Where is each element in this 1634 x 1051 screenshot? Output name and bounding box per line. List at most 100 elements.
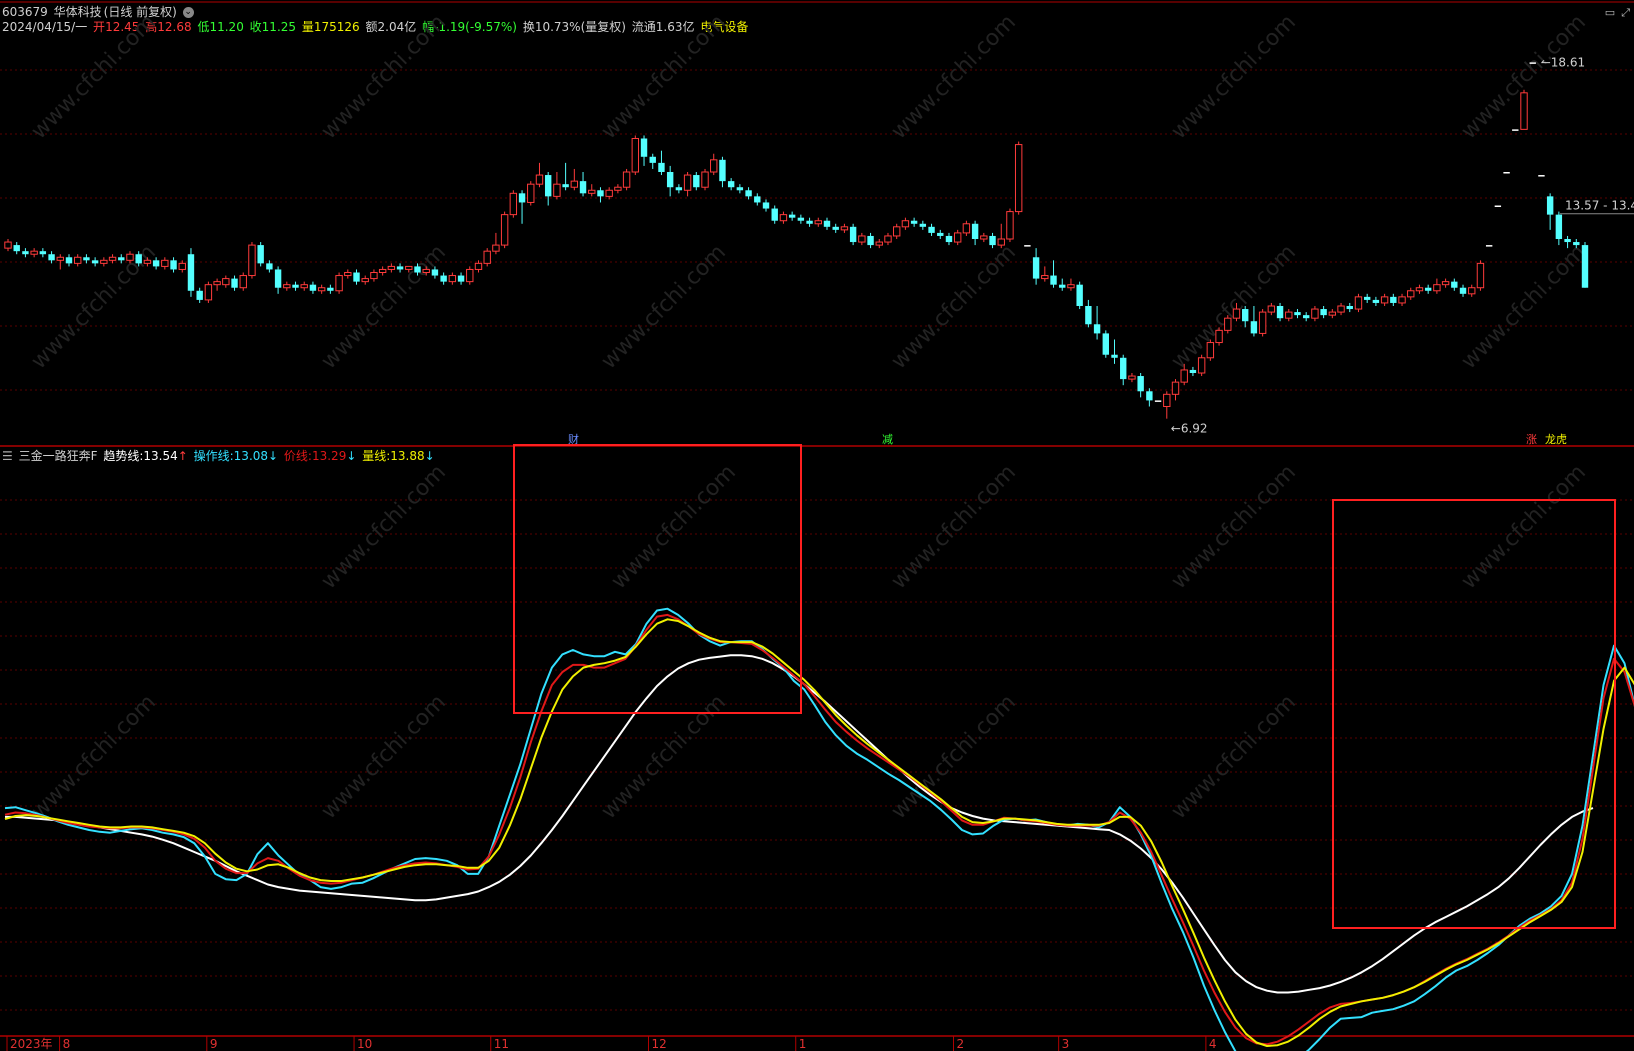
candle-body [344, 272, 352, 277]
candle-body [213, 281, 221, 286]
candle-body [989, 235, 996, 246]
candle-body [570, 180, 579, 188]
candle-body [405, 265, 413, 270]
candle-body [997, 238, 1005, 246]
candle-body [971, 223, 979, 239]
candle-body [928, 226, 935, 233]
candle-body [814, 220, 822, 225]
x-tick-label: 1 [799, 1037, 807, 1051]
candle-body [1407, 290, 1415, 298]
candle-body [910, 220, 918, 224]
candle-body [622, 171, 631, 188]
candle-body [1390, 296, 1397, 303]
candle-body [1346, 306, 1353, 310]
candle-body [1050, 275, 1057, 285]
price-line [4, 613, 1634, 1046]
watermark-text: www.cfchi.com [887, 240, 1021, 374]
candle-body [832, 226, 839, 230]
candle-body [1189, 369, 1197, 373]
candle-body [239, 275, 247, 289]
x-tick-label: 3 [1062, 1037, 1070, 1051]
candle-body [788, 214, 796, 218]
candle-body [13, 245, 20, 252]
candle-body [152, 260, 160, 267]
candle-body [683, 174, 692, 191]
candle-body [640, 138, 648, 157]
candle-body [39, 251, 47, 255]
candle-body [1581, 245, 1589, 288]
finance-marker: 财 [568, 432, 579, 446]
candle-body [283, 284, 291, 289]
candle-body [396, 266, 404, 270]
candle-body [1180, 369, 1188, 383]
candle-body [100, 259, 108, 264]
candle-body [1415, 287, 1424, 292]
candle-body [1171, 381, 1180, 395]
candle-body [1441, 281, 1450, 286]
candle-body [666, 172, 674, 188]
candle-body [196, 290, 203, 300]
watermark-text: www.cfchi.com [887, 460, 1021, 594]
candle-body [806, 220, 813, 224]
watermark-text: www.cfchi.com [1457, 240, 1591, 374]
candle-body [649, 156, 656, 163]
x-axis: 2023年 8 9 10 11 12 1 2 3 4 [6, 1036, 1217, 1051]
candle-body [797, 217, 805, 221]
watermark-text: www.cfchi.com [27, 10, 161, 144]
x-tick-label: 9 [210, 1037, 218, 1051]
trend-line [5, 654, 1594, 994]
candle-body [823, 220, 831, 227]
candle-body [1032, 257, 1040, 279]
candle-body [1093, 324, 1101, 334]
candle-body [1242, 309, 1249, 322]
x-tick-label: 12 [652, 1037, 667, 1051]
candle-body [474, 262, 483, 270]
candle-body [1520, 92, 1528, 130]
candle-body [1459, 287, 1467, 294]
candle-body [736, 187, 744, 191]
indicator-lines [4, 607, 1634, 1051]
watermark-text: www.cfchi.com [317, 460, 451, 594]
watermark-text: www.cfchi.com [597, 690, 731, 824]
candle-body [292, 284, 299, 288]
candle-body [1555, 214, 1563, 239]
x-tick-label: 10 [357, 1037, 372, 1051]
watermark-layer: www.cfchi.com www.cfchi.com www.cfchi.com w… [27, 10, 1591, 824]
x-tick-label: 11 [494, 1037, 509, 1051]
candle-body [178, 262, 186, 270]
rise-marker: 涨 [1526, 433, 1537, 446]
candle-body [919, 223, 927, 227]
watermark-text: www.cfchi.com [887, 690, 1021, 824]
candle-body [693, 175, 700, 188]
candle-body [1512, 129, 1519, 131]
candle-body [1302, 315, 1310, 319]
candle-body [65, 257, 73, 264]
candle-body [492, 244, 500, 252]
candle-body [1146, 391, 1153, 401]
watermark-text: www.cfchi.com [317, 10, 451, 144]
candle-body [91, 260, 99, 264]
watermark-text: www.cfchi.com [607, 460, 741, 594]
candle-body [710, 159, 718, 173]
volume-line [4, 618, 1634, 1047]
watermark-text: www.cfchi.com [1167, 10, 1301, 144]
candle-body [762, 202, 770, 209]
candlestick-series [4, 62, 1589, 419]
candle-body [1372, 299, 1380, 303]
stock-chart[interactable]: www.cfchi.com www.cfchi.com www.cfchi.com w… [0, 0, 1634, 1051]
candle-body [562, 184, 569, 188]
candle-body [257, 245, 264, 264]
candle-body [143, 259, 152, 264]
candle-body [1276, 306, 1284, 319]
candle-body [56, 256, 64, 261]
operation-line [4, 607, 1634, 1051]
candle-body [1085, 306, 1092, 325]
candle-body [274, 269, 282, 288]
watermark-text: www.cfchi.com [1457, 460, 1591, 594]
candle-body [1485, 245, 1493, 247]
candle-body [222, 278, 230, 286]
candle-body [1285, 311, 1293, 319]
candle-body [22, 251, 29, 255]
watermark-text: www.cfchi.com [317, 690, 451, 824]
candle-body [727, 181, 735, 188]
